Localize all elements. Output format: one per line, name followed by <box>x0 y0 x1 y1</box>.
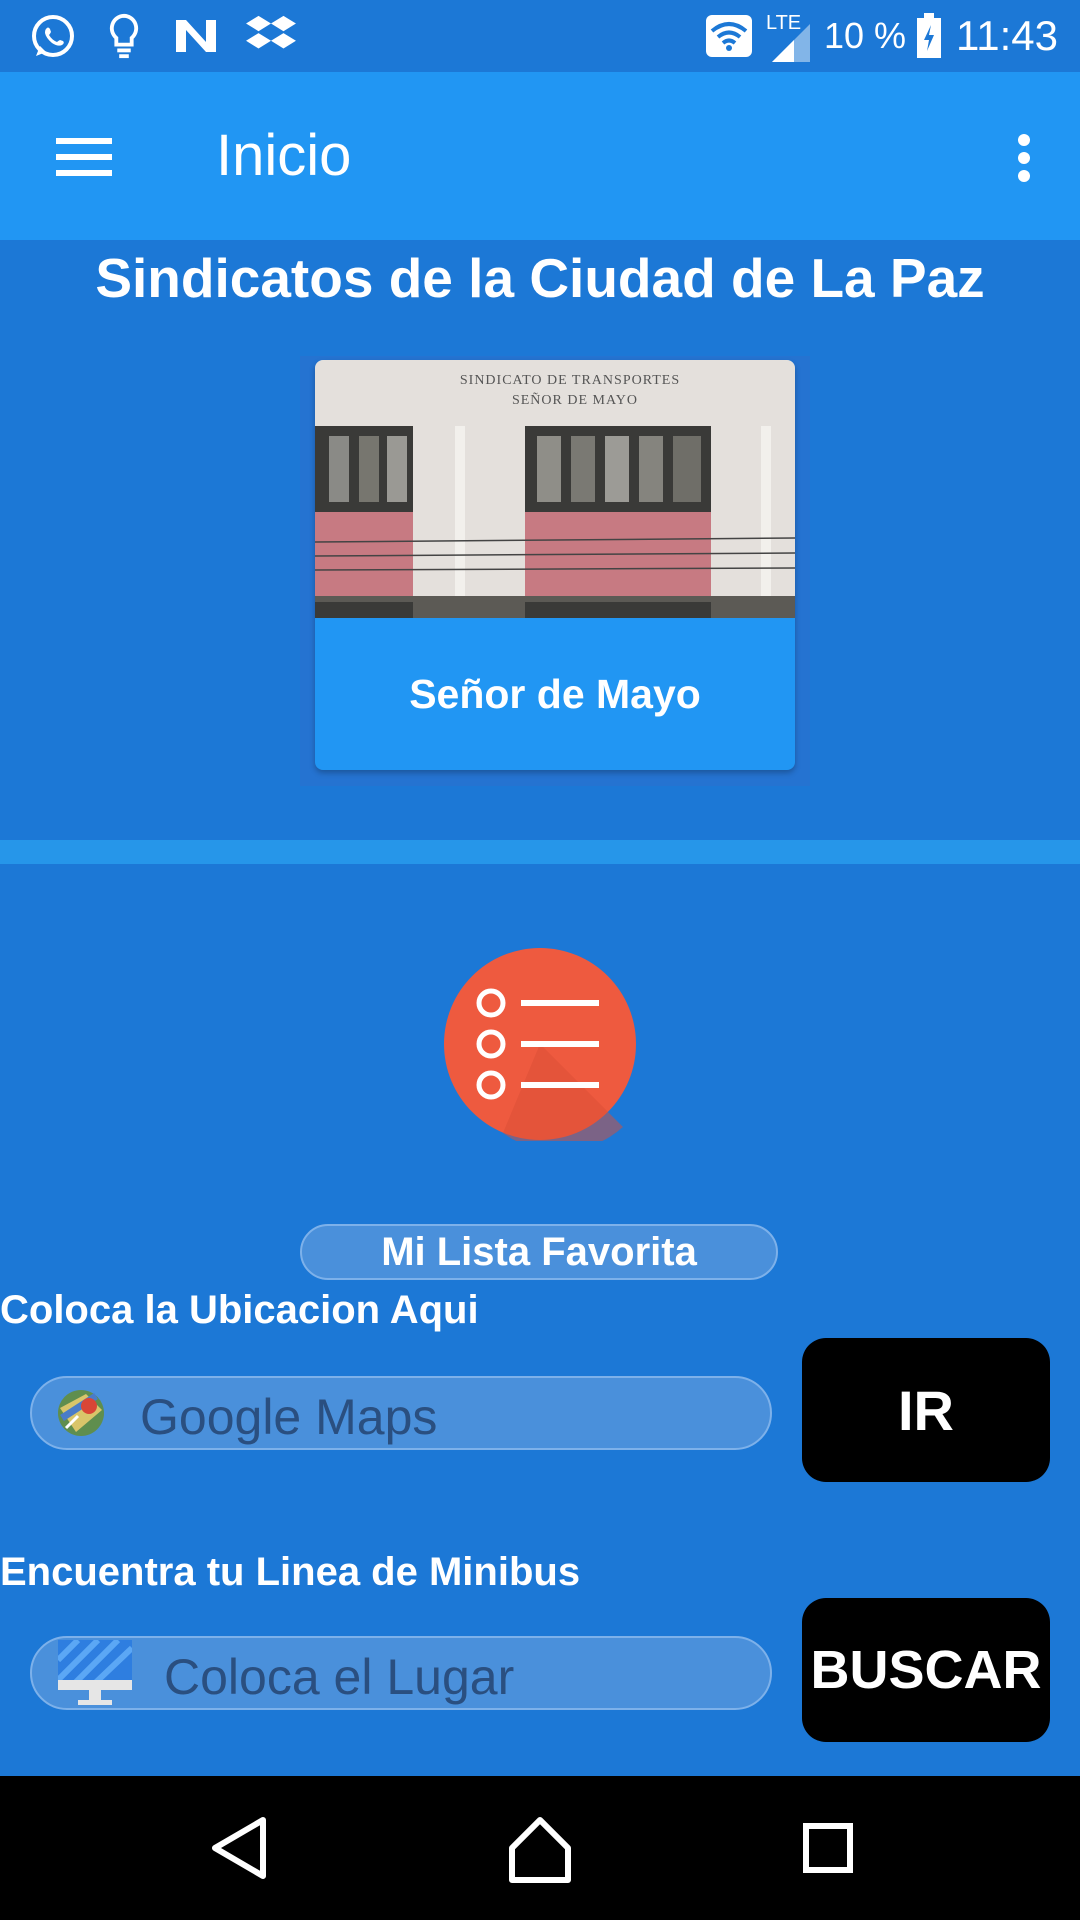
page-title: Inicio <box>216 123 352 188</box>
ir-button[interactable]: IR <box>802 1338 1050 1482</box>
google-maps-icon <box>58 1390 104 1436</box>
hamburger-menu-icon[interactable] <box>40 122 124 192</box>
google-maps-placeholder: Google Maps <box>140 1389 438 1445</box>
photo-sign-line-1: SINDICATO DE TRANSPORTES <box>460 373 680 388</box>
section-divider <box>0 840 1080 864</box>
more-vert-icon[interactable] <box>994 122 1054 192</box>
favorite-list-button[interactable]: Mi Lista Favorita <box>300 1224 778 1280</box>
whatsapp-icon <box>32 15 74 57</box>
google-maps-input[interactable]: Google Maps <box>30 1376 772 1450</box>
navigation-bar <box>0 1776 1080 1920</box>
status-right-group: LTE 10 % 11:43 <box>704 0 1058 72</box>
minibus-label: Encuentra tu Linea de Minibus <box>0 1550 581 1594</box>
photo-sign-line-2: SEÑOR DE MAYO <box>512 392 638 408</box>
union-card-label: Señor de Mayo <box>409 670 701 717</box>
app-bar: Inicio <box>0 72 1080 240</box>
status-bar: LTE 10 % 11:43 <box>0 0 1080 72</box>
buscar-button[interactable]: BUSCAR <box>802 1598 1050 1742</box>
signal-icon <box>771 24 810 62</box>
lightbulb-icon <box>109 13 139 59</box>
back-icon[interactable] <box>201 1808 281 1888</box>
favorite-list-icon[interactable] <box>443 947 637 1141</box>
place-placeholder: Coloca el Lugar <box>164 1649 515 1705</box>
dropbox-icon <box>246 15 296 49</box>
location-label: Coloca la Ubicacion Aqui <box>0 1288 479 1332</box>
battery-charging-icon <box>917 13 941 58</box>
recent-apps-icon[interactable] <box>788 1808 868 1888</box>
home-icon[interactable] <box>500 1808 580 1888</box>
section-title: Sindicatos de la Ciudad de La Paz <box>95 247 985 309</box>
monitor-map-icon <box>58 1640 132 1705</box>
union-card[interactable]: SINDICATO DE TRANSPORTES SEÑOR DE MAYO S… <box>315 360 795 770</box>
signal-indicator: LTE <box>764 8 814 64</box>
union-building-photo: SINDICATO DE TRANSPORTES SEÑOR DE MAYO <box>315 360 795 618</box>
battery-percentage: 10 % <box>823 15 906 56</box>
clock: 11:43 <box>956 12 1058 59</box>
place-input[interactable]: Coloca el Lugar <box>30 1636 772 1710</box>
wifi-icon <box>705 15 752 57</box>
n-app-icon <box>176 20 216 52</box>
